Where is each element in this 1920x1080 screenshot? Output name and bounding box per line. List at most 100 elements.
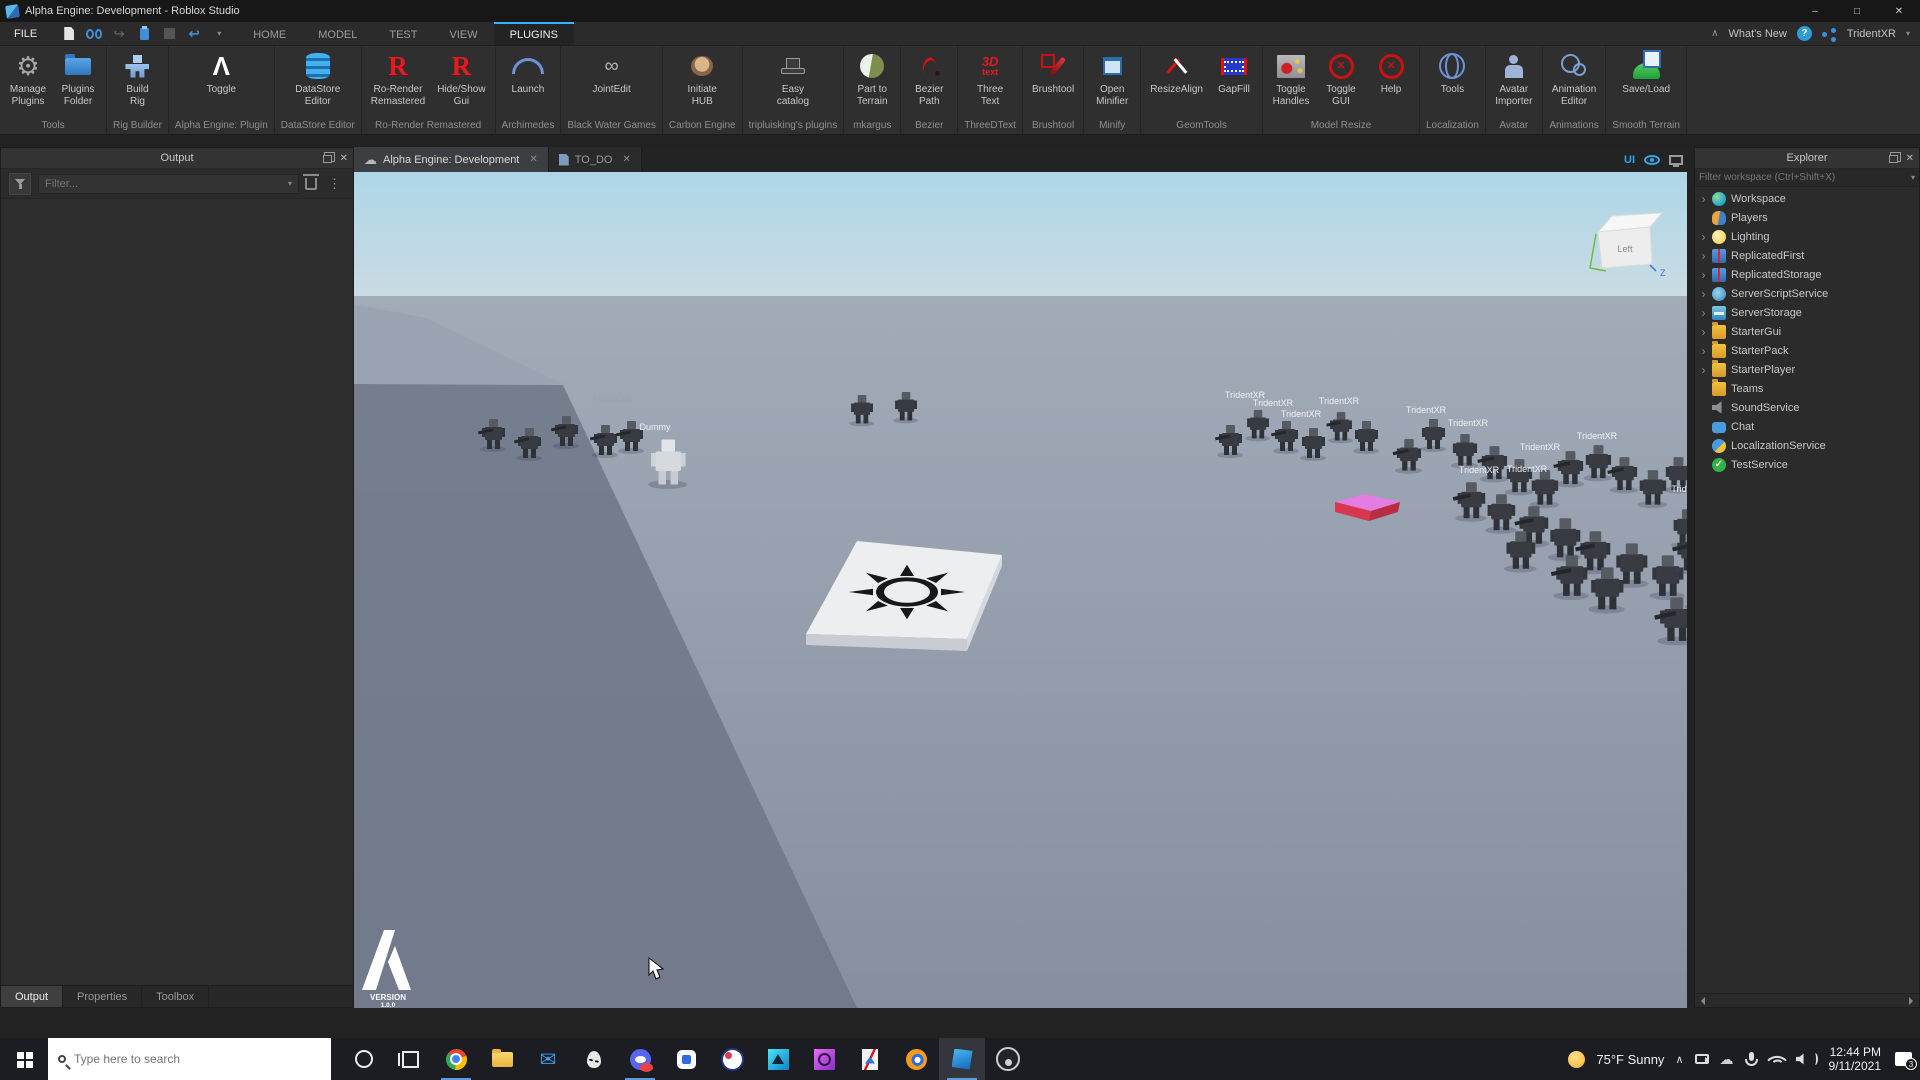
tree-item-starterpack[interactable]: ›StarterPack [1695,341,1919,360]
ribbon-button-brushtool[interactable]: Brushtool [1027,48,1079,118]
new-file-icon[interactable] [61,26,77,42]
dock-icon[interactable] [323,155,332,163]
document-tab-to-do[interactable]: TO_DO✕ [549,147,642,172]
menu-tab-plugins[interactable]: PLUGINS [494,22,574,45]
ribbon-button-initiate-hub[interactable]: Initiate HUB [678,48,726,118]
expand-arrow-icon[interactable]: › [1697,268,1710,282]
meet-now-icon[interactable] [1695,1054,1709,1064]
ribbon-button-ro-render-remastered[interactable]: Ro-Render Remastered [366,48,430,118]
tree-item-replicatedfirst[interactable]: ›ReplicatedFirst [1695,246,1919,265]
taskbar-app-roblox-studio[interactable] [939,1038,985,1080]
taskbar-app-discord[interactable] [617,1038,663,1080]
ribbon-button-datastore-editor[interactable]: DataStore Editor [290,48,345,118]
taskbar-app-photos[interactable] [847,1038,893,1080]
explorer-filter-input[interactable] [1699,172,1911,183]
collapse-ribbon-icon[interactable]: ∧ [1711,28,1718,39]
eye-icon[interactable] [1644,155,1660,165]
ribbon-button-toggle-handles[interactable]: Toggle Handles [1267,48,1315,118]
find-icon[interactable] [86,26,102,42]
tree-item-teams[interactable]: Teams [1695,379,1919,398]
ribbon-button-plugins-folder[interactable]: Plugins Folder [54,48,102,118]
tree-item-players[interactable]: Players [1695,208,1919,227]
save-icon[interactable] [161,26,177,42]
start-button[interactable] [0,1038,48,1080]
onedrive-icon[interactable]: ☁ [1720,1051,1734,1068]
file-menu-button[interactable]: FILE [0,22,51,45]
weather-sun-icon[interactable] [1568,1051,1585,1068]
expand-arrow-icon[interactable]: › [1697,230,1710,244]
ribbon-button-part-to-terrain[interactable]: Part to Terrain [848,48,896,118]
expand-arrow-icon[interactable]: › [1697,344,1710,358]
tree-item-serverscriptservice[interactable]: ›ServerScriptService [1695,284,1919,303]
ribbon-button-launch[interactable]: Launch [504,48,552,118]
ribbon-button-easy-catalog[interactable]: Easy catalog [769,48,817,118]
taskbar-app-chrome[interactable] [433,1038,479,1080]
close-icon[interactable]: ✕ [340,153,348,164]
tab-close-icon[interactable]: ✕ [529,154,537,165]
scroll-right-icon[interactable] [1909,997,1917,1005]
expand-arrow-icon[interactable]: › [1697,192,1710,206]
taskbar-app-explorer[interactable] [479,1038,525,1080]
ribbon-button-three-text[interactable]: Three Text [966,48,1014,118]
expand-arrow-icon[interactable]: › [1697,287,1710,301]
menu-tab-model[interactable]: MODEL [302,22,373,45]
notifications-icon[interactable]: 3 [1895,1052,1912,1066]
taskbar-app-gameloop[interactable] [663,1038,709,1080]
ribbon-button-help[interactable]: Help [1367,48,1415,118]
dock-icon[interactable] [1889,155,1898,163]
menu-tab-view[interactable]: VIEW [433,22,493,45]
help-icon[interactable]: ? [1797,26,1812,41]
expand-arrow-icon[interactable]: › [1697,306,1710,320]
taskbar-app-mail[interactable] [525,1038,571,1080]
menu-tab-home[interactable]: HOME [237,22,302,45]
taskbar-app-taskview[interactable] [387,1038,433,1080]
ribbon-button-manage-plugins[interactable]: Manage Plugins [4,48,52,118]
caret-icon[interactable] [211,26,227,42]
taskbar-app-cortana[interactable] [341,1038,387,1080]
tab-close-icon[interactable]: ✕ [622,154,630,165]
tree-item-startergui[interactable]: ›StarterGui [1695,322,1919,341]
taskbar-search[interactable] [48,1038,331,1080]
document-tab-alpha-engine-development[interactable]: ☁Alpha Engine: Development✕ [354,147,549,172]
ui-toggle-label[interactable]: UI [1624,154,1635,166]
taskbar-clock[interactable]: 12:44 PM 9/11/2021 [1829,1045,1882,1073]
ribbon-button-tools[interactable]: Tools [1428,48,1476,118]
output-log-area[interactable] [1,199,353,985]
bottom-tab-output[interactable]: Output [1,986,63,1007]
menu-tab-test[interactable]: TEST [373,22,433,45]
tree-item-soundservice[interactable]: SoundService [1695,398,1919,417]
ribbon-button-save-load[interactable]: Save/Load [1617,48,1675,118]
output-filter-input[interactable] [38,174,299,194]
taskbar-app-alienware[interactable] [571,1038,617,1080]
tray-overflow-icon[interactable]: ∧ [1675,1053,1683,1066]
search-input[interactable] [74,1052,274,1066]
ribbon-button-hide-show-gui[interactable]: Hide/Show Gui [432,48,490,118]
explorer-horizontal-scrollbar[interactable] [1695,993,1919,1007]
ribbon-button-open-minifier[interactable]: Open Minifier [1088,48,1136,118]
minimize-button[interactable]: – [1794,0,1836,22]
filter-funnel-icon[interactable] [9,173,31,195]
taskbar-app-blender[interactable] [893,1038,939,1080]
expand-arrow-icon[interactable]: › [1697,363,1710,377]
ribbon-button-toggle[interactable]: Toggle [197,48,245,118]
expand-arrow-icon[interactable]: › [1697,249,1710,263]
ribbon-button-animation-editor[interactable]: Animation Editor [1547,48,1601,118]
bottom-tab-toolbox[interactable]: Toolbox [142,986,209,1007]
microphone-icon[interactable] [1745,1052,1758,1066]
wifi-icon[interactable] [1769,1053,1785,1065]
filter-dropdown-icon[interactable]: ▾ [1911,173,1915,182]
close-icon[interactable]: ✕ [1906,153,1914,164]
taskbar-app-affinity-photo[interactable] [801,1038,847,1080]
tree-item-testservice[interactable]: TestService [1695,455,1919,474]
tree-item-serverstorage[interactable]: ›ServerStorage [1695,303,1919,322]
ribbon-button-bezier-path[interactable]: Bezier Path [905,48,953,118]
bottom-tab-properties[interactable]: Properties [63,986,142,1007]
tree-item-chat[interactable]: Chat [1695,417,1919,436]
ribbon-button-gapfill[interactable]: GapFill [1210,48,1258,118]
tree-item-workspace[interactable]: ›Workspace [1695,189,1919,208]
filter-dropdown-icon[interactable]: ▾ [288,179,292,188]
ribbon-button-jointedit[interactable]: JointEdit [587,48,635,118]
taskbar-app-obs[interactable] [985,1038,1031,1080]
paste-icon[interactable] [136,26,152,42]
maximize-button[interactable]: □ [1836,0,1878,22]
